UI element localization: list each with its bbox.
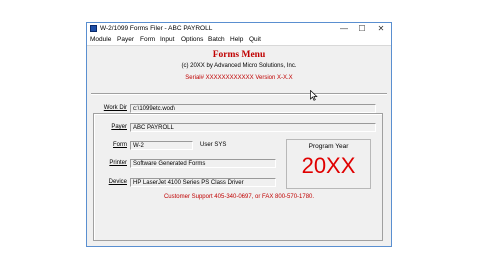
mouse-pointer-icon bbox=[310, 90, 318, 101]
menu-payer[interactable]: Payer bbox=[117, 36, 134, 44]
program-year-value: 20XX bbox=[301, 153, 356, 178]
support-contact: Customer Support 405-340-0697, or FAX 80… bbox=[163, 194, 315, 200]
serial-version-text: Serial# XXXXXXXXXXXX Version X-X.X bbox=[185, 75, 293, 81]
program-year-box: Program Year 20XX bbox=[286, 139, 371, 189]
work-dir-field[interactable]: c:\1099etc.wod\ bbox=[130, 104, 376, 113]
window-title: W-2/1099 Forms Filer - ABC PAYROLL bbox=[100, 25, 213, 32]
menu-batch[interactable]: Batch bbox=[208, 36, 225, 44]
menu-quit[interactable]: Quit bbox=[249, 36, 261, 44]
user-text: User SYS bbox=[200, 142, 227, 148]
menu-bar: Module Payer Form Input Options Batch He… bbox=[87, 35, 391, 46]
work-dir-label: Work Dir bbox=[103, 105, 127, 111]
minimize-button[interactable]: — bbox=[337, 23, 351, 34]
device-label: Device bbox=[108, 179, 127, 185]
form-field[interactable]: W-2 bbox=[130, 141, 193, 150]
copyright-text: (c) 20XX by Advanced Micro Solutions, In… bbox=[181, 63, 297, 69]
header-divider bbox=[91, 93, 387, 95]
menu-form[interactable]: Form bbox=[140, 36, 155, 44]
page-title: Forms Menu bbox=[212, 50, 266, 60]
menu-module[interactable]: Module bbox=[90, 36, 111, 44]
payer-label: Payer bbox=[111, 124, 127, 130]
forms-filer-window: W-2/1099 Forms Filer - ABC PAYROLL — ☐ ✕… bbox=[86, 22, 392, 247]
menu-options[interactable]: Options bbox=[181, 36, 203, 44]
maximize-button[interactable]: ☐ bbox=[355, 23, 369, 34]
close-button[interactable]: ✕ bbox=[374, 23, 388, 34]
payer-field[interactable]: ABC PAYROLL bbox=[130, 123, 376, 132]
device-field[interactable]: HP LaserJet 4100 Series PS Class Driver bbox=[130, 178, 276, 187]
menu-help[interactable]: Help bbox=[230, 36, 243, 44]
form-label: Form bbox=[113, 142, 127, 148]
title-bar[interactable]: W-2/1099 Forms Filer - ABC PAYROLL — ☐ ✕ bbox=[87, 23, 391, 35]
printer-field[interactable]: Software Generated Forms bbox=[130, 159, 276, 168]
program-year-label: Program Year bbox=[308, 143, 349, 150]
menu-input[interactable]: Input bbox=[160, 36, 174, 44]
forms-menu-panel: Forms Menu (c) 20XX by Advanced Micro So… bbox=[87, 46, 391, 246]
printer-label: Printer bbox=[109, 160, 127, 166]
app-icon[interactable] bbox=[90, 25, 97, 32]
